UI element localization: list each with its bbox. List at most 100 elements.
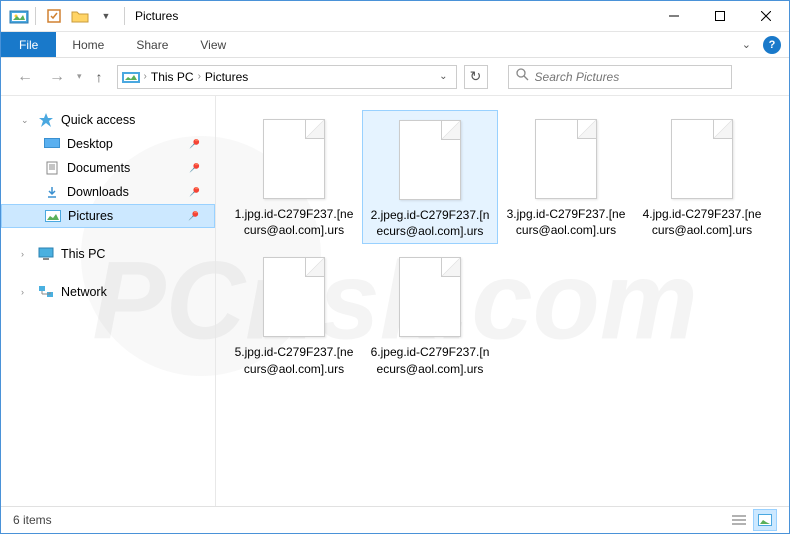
file-name-label: 6.jpeg.id-C279F237.[necurs@aol.com].urs bbox=[366, 344, 494, 376]
file-item[interactable]: 2.jpeg.id-C279F237.[necurs@aol.com].urs bbox=[362, 110, 498, 244]
pictures-icon bbox=[44, 208, 62, 224]
blank-document-icon bbox=[399, 257, 461, 337]
file-item[interactable]: 6.jpeg.id-C279F237.[necurs@aol.com].urs bbox=[362, 248, 498, 380]
blank-document-icon bbox=[263, 119, 325, 199]
sidebar-item-documents[interactable]: Documents 📍 bbox=[1, 156, 215, 180]
forward-button[interactable]: → bbox=[45, 66, 69, 88]
breadcrumb-this-pc[interactable]: This PC bbox=[151, 70, 194, 84]
titlebar: ▼ Pictures bbox=[1, 1, 789, 32]
help-icon[interactable]: ? bbox=[763, 36, 781, 54]
blank-document-icon bbox=[263, 257, 325, 337]
thumbnails-view-button[interactable] bbox=[753, 509, 777, 531]
file-name-label: 3.jpg.id-C279F237.[necurs@aol.com].urs bbox=[502, 206, 630, 238]
breadcrumb-sep[interactable]: › bbox=[198, 71, 201, 82]
desktop-icon bbox=[43, 136, 61, 152]
main-area: PCrisk.com ⌄ Quick access Desktop 📍 Docu… bbox=[1, 96, 789, 506]
close-button[interactable] bbox=[743, 1, 789, 31]
downloads-icon bbox=[43, 184, 61, 200]
qat-new-folder[interactable] bbox=[68, 5, 92, 27]
file-thumbnail bbox=[662, 114, 742, 204]
up-button[interactable]: ↑ bbox=[90, 67, 109, 87]
quick-access-label: Quick access bbox=[61, 113, 135, 127]
pictures-folder-icon bbox=[9, 6, 29, 26]
breadcrumb-pictures[interactable]: Pictures bbox=[205, 70, 248, 84]
file-tab[interactable]: File bbox=[1, 32, 56, 57]
search-box[interactable] bbox=[508, 65, 732, 89]
maximize-button[interactable] bbox=[697, 1, 743, 31]
pin-icon: 📍 bbox=[185, 135, 204, 154]
file-item[interactable]: 4.jpg.id-C279F237.[necurs@aol.com].urs bbox=[634, 110, 770, 244]
sidebar-item-pictures[interactable]: Pictures 📍 bbox=[1, 204, 215, 228]
view-toggles bbox=[727, 509, 777, 531]
search-icon bbox=[515, 67, 529, 86]
sidebar-item-network[interactable]: › Network bbox=[1, 280, 215, 304]
separator bbox=[35, 7, 36, 25]
qat-properties[interactable] bbox=[42, 5, 66, 27]
sidebar-item-downloads[interactable]: Downloads 📍 bbox=[1, 180, 215, 204]
file-thumbnail bbox=[254, 252, 334, 342]
file-name-label: 1.jpg.id-C279F237.[necurs@aol.com].urs bbox=[230, 206, 358, 238]
file-thumbnail bbox=[390, 115, 470, 205]
status-bar: 6 items bbox=[1, 506, 789, 532]
sidebar-item-label: Documents bbox=[67, 161, 130, 175]
window-controls bbox=[651, 1, 789, 31]
qat-customize-dropdown[interactable]: ▼ bbox=[94, 5, 118, 27]
file-item[interactable]: 3.jpg.id-C279F237.[necurs@aol.com].urs bbox=[498, 110, 634, 244]
details-view-button[interactable] bbox=[727, 509, 751, 531]
titlebar-left: ▼ Pictures bbox=[1, 5, 178, 27]
file-thumbnail bbox=[254, 114, 334, 204]
blank-document-icon bbox=[535, 119, 597, 199]
tab-home[interactable]: Home bbox=[56, 32, 120, 57]
blank-document-icon bbox=[399, 120, 461, 200]
computer-icon bbox=[37, 246, 55, 262]
breadcrumb-sep[interactable]: › bbox=[144, 71, 147, 82]
sidebar-item-desktop[interactable]: Desktop 📍 bbox=[1, 132, 215, 156]
ribbon-right: ⌄ ? bbox=[742, 32, 789, 57]
chevron-right-icon[interactable]: › bbox=[21, 287, 31, 297]
chevron-down-icon[interactable]: ⌄ bbox=[21, 115, 31, 126]
item-count: 6 items bbox=[13, 513, 52, 527]
quick-access-root[interactable]: ⌄ Quick access bbox=[1, 108, 215, 132]
sidebar-item-this-pc[interactable]: › This PC bbox=[1, 242, 215, 266]
star-icon bbox=[37, 112, 55, 128]
navigation-pane: ⌄ Quick access Desktop 📍 Documents 📍 Dow… bbox=[1, 96, 216, 506]
pin-icon: 📍 bbox=[185, 159, 204, 178]
separator bbox=[124, 7, 125, 25]
back-button[interactable]: ← bbox=[13, 66, 37, 88]
file-item[interactable]: 1.jpg.id-C279F237.[necurs@aol.com].urs bbox=[226, 110, 362, 244]
file-item[interactable]: 5.jpg.id-C279F237.[necurs@aol.com].urs bbox=[226, 248, 362, 380]
file-list[interactable]: 1.jpg.id-C279F237.[necurs@aol.com].urs 2… bbox=[216, 96, 789, 506]
tab-share[interactable]: Share bbox=[120, 32, 184, 57]
network-icon bbox=[37, 284, 55, 300]
window-title: Pictures bbox=[135, 9, 178, 23]
network-section: › Network bbox=[1, 280, 215, 304]
chevron-right-icon[interactable]: › bbox=[21, 249, 31, 259]
file-name-label: 4.jpg.id-C279F237.[necurs@aol.com].urs bbox=[638, 206, 766, 238]
documents-icon bbox=[43, 160, 61, 176]
minimize-button[interactable] bbox=[651, 1, 697, 31]
sidebar-item-label: This PC bbox=[61, 247, 105, 261]
address-bar[interactable]: › This PC › Pictures ⌄ bbox=[117, 65, 457, 89]
quick-access-section: ⌄ Quick access Desktop 📍 Documents 📍 Dow… bbox=[1, 108, 215, 228]
address-history-dropdown[interactable]: ⌄ bbox=[435, 71, 451, 82]
file-thumbnail bbox=[390, 252, 470, 342]
tab-view[interactable]: View bbox=[184, 32, 242, 57]
sidebar-item-label: Pictures bbox=[68, 209, 113, 223]
pin-icon: 📍 bbox=[184, 207, 203, 226]
file-name-label: 5.jpg.id-C279F237.[necurs@aol.com].urs bbox=[230, 344, 358, 376]
file-thumbnail bbox=[526, 114, 606, 204]
recent-locations-dropdown[interactable]: ▾ bbox=[77, 71, 82, 82]
pin-icon: 📍 bbox=[185, 183, 204, 202]
nav-arrows: ← → ▾ ↑ bbox=[13, 66, 109, 88]
ribbon-expand-icon[interactable]: ⌄ bbox=[742, 38, 751, 51]
navigation-bar: ← → ▾ ↑ › This PC › Pictures ⌄ ↻ bbox=[1, 58, 789, 96]
pictures-icon bbox=[122, 70, 140, 84]
sidebar-item-label: Downloads bbox=[67, 185, 129, 199]
this-pc-section: › This PC bbox=[1, 242, 215, 266]
ribbon-tabs: File Home Share View ⌄ ? bbox=[1, 32, 789, 58]
blank-document-icon bbox=[671, 119, 733, 199]
sidebar-item-label: Desktop bbox=[67, 137, 113, 151]
file-name-label: 2.jpeg.id-C279F237.[necurs@aol.com].urs bbox=[367, 207, 493, 239]
refresh-button[interactable]: ↻ bbox=[464, 65, 488, 89]
search-input[interactable] bbox=[535, 70, 725, 84]
